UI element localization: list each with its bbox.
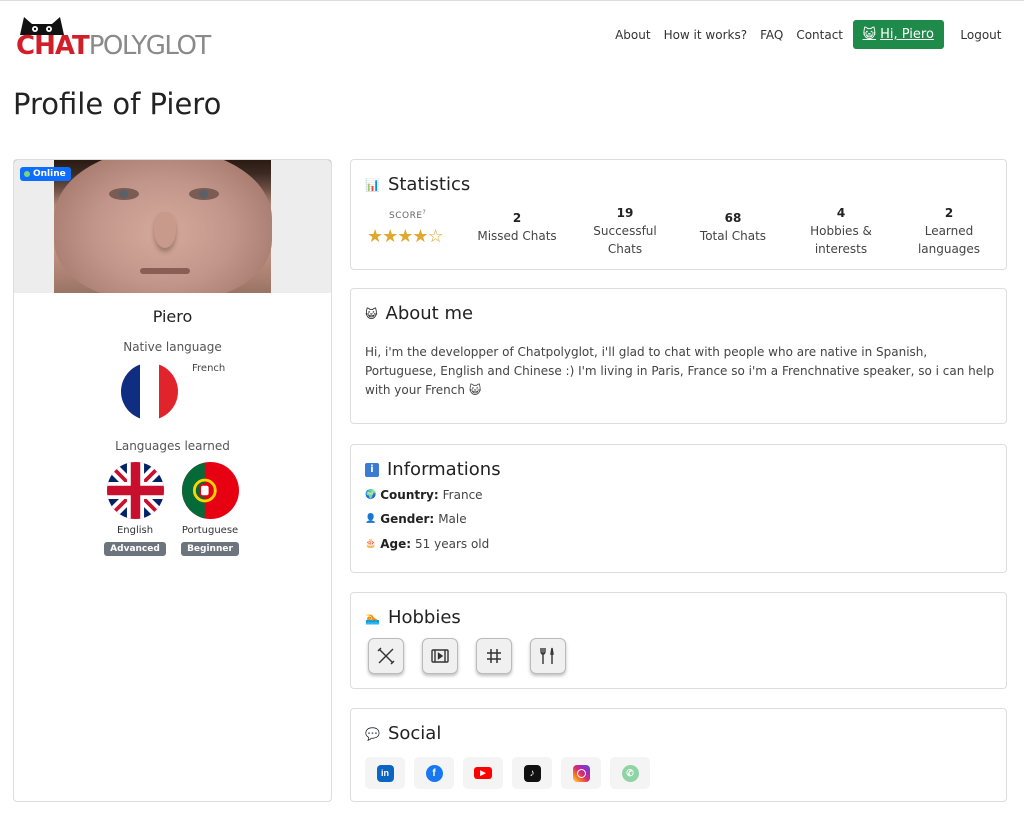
film-icon[interactable] — [422, 638, 458, 674]
user-greeting-button[interactable]: 😺 Hi, Piero — [852, 20, 944, 49]
france-flag-icon — [121, 363, 178, 420]
hobbies-title: 🏊 Hobbies — [365, 607, 461, 628]
stat-total-chats: 68 Total Chats — [699, 211, 767, 243]
tools-icon[interactable] — [368, 638, 404, 674]
facebook-icon[interactable]: f — [414, 757, 454, 789]
portugal-flag-icon — [181, 462, 239, 519]
info-icon: i — [365, 462, 379, 477]
level-badge: Advanced — [104, 542, 166, 556]
social-title-text: Social — [387, 723, 442, 744]
youtube-icon[interactable]: ▶ — [463, 757, 503, 789]
linkedin-icon[interactable]: in — [365, 757, 405, 789]
stat-successful-chats: 19 Successful Chats — [593, 206, 657, 256]
social-title: 💬 Social — [365, 723, 441, 744]
site-logo[interactable]: CHATPOLYGLOT — [16, 15, 211, 61]
language-name: English — [116, 525, 154, 536]
native-language-name: French — [192, 363, 226, 374]
nav-about[interactable]: About — [609, 28, 657, 42]
speech-bubble-icon: 💬 — [365, 726, 380, 741]
info-age: 🎂 Age: 51 years old — [365, 537, 490, 551]
cat-icon: 😺 — [365, 306, 378, 321]
logo-wordmark: CHATPOLYGLOT — [16, 31, 211, 61]
profile-name: Piero — [152, 307, 193, 326]
cat-face-icon: 😺 — [862, 27, 877, 42]
uk-flag-icon — [106, 462, 164, 519]
nav-how-it-works[interactable]: How it works? — [657, 28, 754, 42]
info-country: 🌍 Country: France — [365, 488, 483, 502]
level-badge: Beginner — [181, 542, 239, 556]
informations-title-text: Informations — [387, 459, 501, 480]
hobbies-card: 🏊 Hobbies — [350, 592, 1007, 689]
instagram-icon[interactable] — [561, 757, 601, 789]
score-stars: ★★★★☆ — [367, 226, 444, 247]
nav-faq[interactable]: FAQ — [754, 28, 790, 42]
native-language-label: Native language — [123, 340, 222, 354]
status-dot-icon — [24, 171, 30, 177]
statistics-title-text: Statistics — [387, 174, 471, 195]
about-title-text: About me — [385, 303, 474, 324]
stat-learned-languages: 2 Learned languages — [917, 206, 981, 256]
social-card: 💬 Social in f ▶ ♪ ✆ — [350, 708, 1007, 802]
swimmer-icon: 🏊 — [365, 610, 380, 625]
informations-card: i Informations 🌍 Country: France 👤 Gender… — [350, 444, 1007, 573]
profile-photo: Online — [14, 160, 331, 293]
about-text: Hi, i'm the developper of Chatpolyglot, … — [365, 345, 995, 397]
about-card: 😺 About me Hi, i'm the developper of Cha… — [350, 288, 1007, 424]
statistics-title: 📊 Statistics — [365, 174, 470, 195]
nav-contact[interactable]: Contact — [790, 28, 850, 42]
bar-chart-icon: 📊 — [365, 177, 380, 192]
languages-learned-label: Languages learned — [115, 439, 230, 453]
status-label: Online — [33, 169, 66, 179]
whatsapp-icon[interactable]: ✆ — [610, 757, 650, 789]
score-label: SCORE? — [389, 209, 427, 221]
stat-hobbies: 4 Hobbies & interests — [810, 206, 872, 256]
online-status-badge: Online — [20, 167, 71, 181]
top-nav: About How it works? FAQ Contact 😺 Hi, Pi… — [609, 20, 1008, 49]
page-title: Profile of Piero — [13, 87, 222, 121]
wrench-screwdriver-icon[interactable] — [530, 638, 566, 674]
greeting-label: Hi, Piero — [880, 27, 934, 42]
person-icon: 👤 — [365, 514, 377, 524]
hashtag-icon[interactable] — [476, 638, 512, 674]
learned-language-portuguese: Portuguese Beginner — [175, 462, 245, 556]
informations-title: i Informations — [365, 459, 501, 480]
profile-card: Online Piero Native language French Lang… — [13, 159, 332, 802]
score-help-icon[interactable]: ? — [423, 209, 427, 216]
about-title: 😺 About me — [365, 303, 473, 324]
globe-icon: 🌍 — [365, 490, 377, 500]
nav-logout[interactable]: Logout — [954, 28, 1008, 42]
birthday-cake-icon: 🎂 — [365, 539, 377, 549]
learned-language-english: English Advanced — [100, 462, 170, 556]
language-name: Portuguese — [181, 525, 239, 536]
hobbies-title-text: Hobbies — [387, 607, 461, 628]
tiktok-icon[interactable]: ♪ — [512, 757, 552, 789]
info-gender: 👤 Gender: Male — [365, 512, 467, 526]
stat-missed-chats: 2 Missed Chats — [477, 211, 557, 243]
statistics-card: 📊 Statistics SCORE? ★★★★☆ 2 Missed Chats … — [350, 159, 1007, 270]
